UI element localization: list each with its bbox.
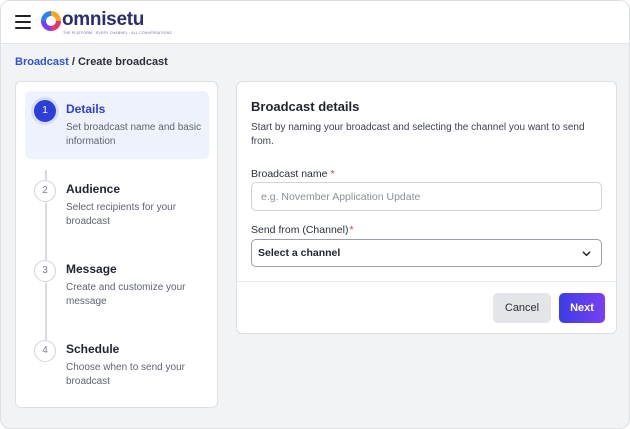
step-number: 4: [34, 340, 56, 362]
card-subtitle: Start by naming your broadcast and selec…: [251, 122, 585, 147]
step-title: Message: [66, 262, 117, 276]
channel-select[interactable]: Select a channel: [251, 239, 602, 267]
breadcrumb-separator: /: [68, 56, 78, 68]
required-asterisk: *: [330, 168, 335, 180]
required-asterisk: *: [349, 224, 354, 236]
step-title: Audience: [66, 182, 121, 196]
broadcast-name-input[interactable]: [251, 182, 602, 211]
wizard-stepper: 1 Details Set broadcast name and basic i…: [15, 81, 218, 408]
logo-text: omnisetu: [62, 9, 145, 30]
card-title: Broadcast details: [251, 99, 360, 114]
breadcrumb-link-broadcast[interactable]: Broadcast: [15, 56, 69, 68]
channel-label: Send from (Channel)*: [251, 224, 354, 236]
step-description: Set broadcast name and basic information: [66, 122, 202, 147]
step-description: Choose when to send your broadcast: [66, 362, 185, 387]
step-number: 3: [34, 260, 56, 282]
chevron-down-icon: [582, 251, 591, 257]
broadcast-details-card: Broadcast details Start by naming your b…: [236, 81, 617, 334]
channel-select-value: Select a channel: [258, 247, 341, 259]
hamburger-menu-icon[interactable]: [15, 15, 31, 29]
logo-ring-icon: [41, 11, 61, 31]
next-button[interactable]: Next: [559, 293, 605, 323]
step-description: Select recipients for your broadcast: [66, 202, 177, 227]
step-audience[interactable]: 2 Audience Select recipients for your br…: [25, 171, 209, 239]
card-divider: [237, 281, 616, 282]
step-number: 2: [34, 180, 56, 202]
breadcrumb-current: Create broadcast: [77, 56, 168, 68]
step-description: Create and customize your message: [66, 282, 186, 307]
channel-label-text: Send from (Channel): [251, 224, 349, 236]
step-number: 1: [34, 100, 56, 122]
broadcast-name-label-text: Broadcast name: [251, 168, 328, 180]
step-title: Schedule: [66, 342, 120, 356]
step-message[interactable]: 3 Message Create and customize your mess…: [25, 251, 209, 319]
top-bar: omnisetu THE PLATFORM · EVERY CHANNEL · …: [1, 1, 629, 44]
step-details[interactable]: 1 Details Set broadcast name and basic i…: [25, 91, 209, 159]
broadcast-name-label: Broadcast name *: [251, 168, 335, 180]
step-schedule[interactable]: 4 Schedule Choose when to send your broa…: [25, 331, 209, 399]
cancel-button[interactable]: Cancel: [493, 293, 551, 323]
logo-tagline: THE PLATFORM · EVERY CHANNEL · ALL CONVE…: [63, 31, 172, 35]
breadcrumb: Broadcast / Create broadcast: [15, 56, 168, 68]
app-frame: omnisetu THE PLATFORM · EVERY CHANNEL · …: [0, 0, 630, 429]
step-title: Details: [66, 102, 106, 116]
